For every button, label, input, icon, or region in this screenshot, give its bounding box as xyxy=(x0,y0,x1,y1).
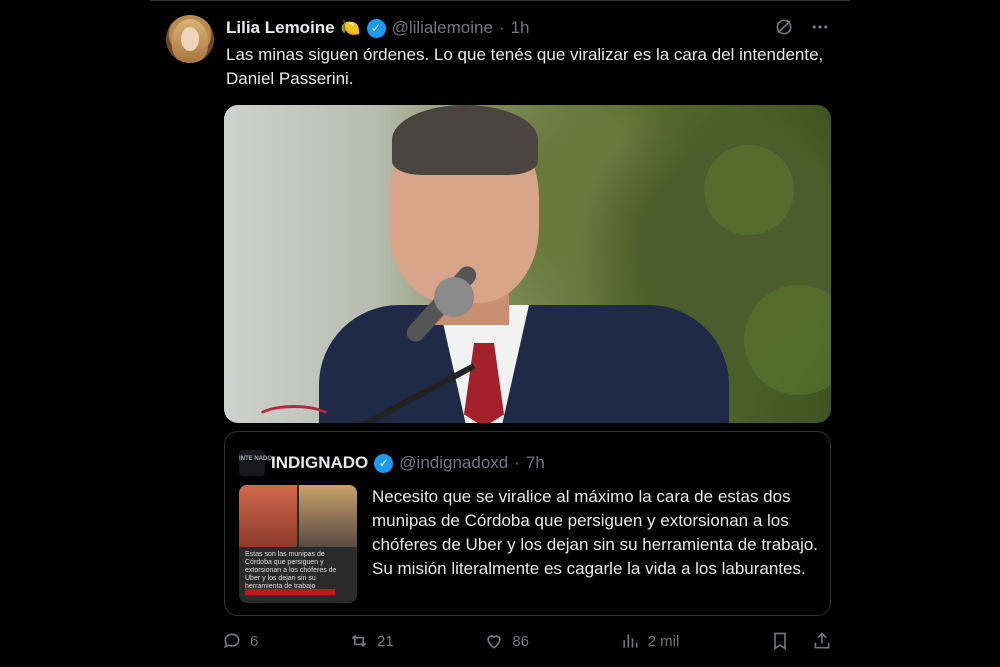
views-count: 2 mil xyxy=(647,632,680,650)
like-count: 86 xyxy=(512,632,529,650)
author-name[interactable]: Lilia Lemoine xyxy=(226,18,335,38)
quoted-author-name[interactable]: INDIGNADO xyxy=(271,453,368,473)
quoted-tweet[interactable]: INTE NADO INDIGNADO ✓ @indignadoxd · 7h … xyxy=(224,431,831,616)
more-icon[interactable] xyxy=(810,17,830,42)
share-icon[interactable] xyxy=(812,631,832,651)
quoted-avatar[interactable]: INTE NADO xyxy=(239,450,272,476)
verified-badge-icon[interactable]: ✓ xyxy=(374,453,394,473)
tweet-card[interactable]: Lilia Lemoine 🍋 ✓ @lilialemoine · 1h Las… xyxy=(150,0,850,667)
photo-microphone-head xyxy=(434,277,474,317)
tweet-text: Las minas siguen órdenes. Lo que tenés q… xyxy=(226,45,824,88)
reply-icon xyxy=(224,633,240,649)
views-icon xyxy=(622,634,638,648)
quoted-thumbnail[interactable]: Estas son las munipas de Córdoba que per… xyxy=(239,485,357,603)
separator-dot: · xyxy=(514,453,520,472)
quoted-header: INTE NADO INDIGNADO ✓ @indignadoxd · 7h xyxy=(239,450,545,476)
lemon-emoji: 🍋 xyxy=(340,20,361,37)
author-avatar[interactable] xyxy=(166,15,214,63)
action-bar: 6 21 86 2 mil xyxy=(222,631,832,651)
author-handle[interactable]: @lilialemoine xyxy=(392,18,493,38)
tweet-photo[interactable] xyxy=(224,105,831,423)
heart-icon xyxy=(487,635,501,649)
thumbnail-red-bar xyxy=(245,589,335,595)
retweet-count: 21 xyxy=(376,632,394,650)
thumbnail-caption: Estas son las munipas de Córdoba que per… xyxy=(245,551,337,590)
top-actions xyxy=(774,17,830,42)
quoted-text: Necesito que se viralice al máximo la ca… xyxy=(372,487,819,578)
retweet-icon xyxy=(351,634,367,648)
like-button[interactable]: 86 xyxy=(484,631,529,651)
tweet-time[interactable]: 1h xyxy=(511,18,530,38)
save-share-group xyxy=(770,631,832,651)
bookmark-icon[interactable] xyxy=(770,631,790,651)
separator-dot: · xyxy=(498,18,505,37)
verified-badge-icon[interactable]: ✓ xyxy=(366,18,386,38)
photo-hair xyxy=(392,105,538,175)
thumbnail-photo-left xyxy=(239,485,297,547)
quoted-handle[interactable]: @indignadoxd xyxy=(399,453,508,473)
photo-foliage xyxy=(744,285,831,395)
tweet-header: Lilia Lemoine 🍋 ✓ @lilialemoine · 1h xyxy=(226,17,530,39)
photo-foliage xyxy=(704,145,794,235)
reply-count: 6 xyxy=(250,632,259,650)
quoted-time[interactable]: 7h xyxy=(526,453,545,473)
retweet-button[interactable]: 21 xyxy=(349,631,394,651)
grok-icon[interactable] xyxy=(774,17,794,42)
reply-button[interactable]: 6 xyxy=(222,631,258,651)
thumbnail-photo-right xyxy=(299,485,357,547)
avatar-face xyxy=(181,27,199,51)
views-button[interactable]: 2 mil xyxy=(620,631,680,651)
